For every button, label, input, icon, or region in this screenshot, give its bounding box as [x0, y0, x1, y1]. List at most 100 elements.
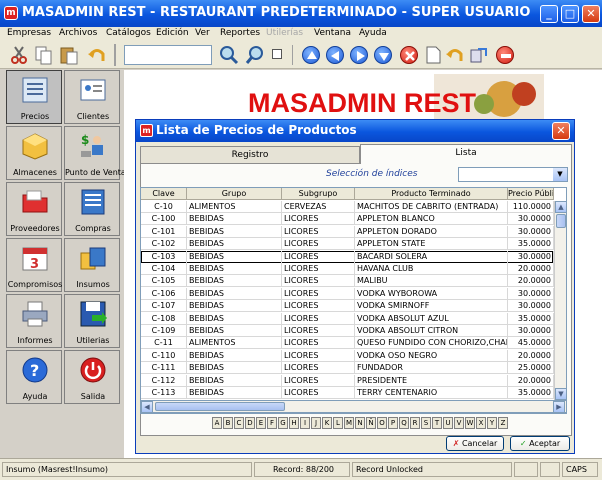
- menu-archivos[interactable]: Archivos: [59, 28, 97, 38]
- launcher-compromisos[interactable]: 3 Compromisos: [6, 238, 62, 292]
- refresh-button[interactable]: [468, 44, 490, 66]
- menu-ver[interactable]: Ver: [195, 28, 210, 38]
- launcher-insumos[interactable]: Insumos: [64, 238, 120, 292]
- table-row[interactable]: C-11 ALIMENTOS LICORES QUESO FUNDIDO CON CH…: [141, 337, 554, 350]
- letter-filter-button[interactable]: X: [476, 417, 486, 429]
- menu-ayuda[interactable]: Ayuda: [359, 28, 387, 38]
- accept-button[interactable]: ✓ Aceptar: [510, 436, 570, 451]
- letter-filter-button[interactable]: C: [234, 417, 244, 429]
- horizontal-scrollbar[interactable]: ◀ ▶: [140, 400, 567, 413]
- column-header-subgrupo[interactable]: Subgrupo: [282, 188, 355, 200]
- letter-filter-button[interactable]: V: [454, 417, 464, 429]
- launcher-precios[interactable]: Precios: [6, 70, 62, 124]
- nav-prev-button[interactable]: [326, 46, 344, 64]
- letter-filter-button[interactable]: G: [278, 417, 288, 429]
- launcher-ayuda[interactable]: ? Ayuda: [6, 350, 62, 404]
- minimize-button[interactable]: _: [540, 5, 558, 23]
- launcher-compras[interactable]: Compras: [64, 182, 120, 236]
- undo-button[interactable]: [86, 44, 108, 66]
- scroll-up-icon[interactable]: ▲: [555, 201, 566, 213]
- zoom-button[interactable]: [244, 44, 266, 66]
- table-row[interactable]: C-106 BEBIDAS LICORES VODKA WYBOROWA 30.0000: [141, 287, 554, 300]
- letter-filter-button[interactable]: Q: [399, 417, 409, 429]
- letter-filter-button[interactable]: T: [432, 417, 442, 429]
- table-row[interactable]: C-103 BEBIDAS LICORES BACARDI SOLERA 30.0000: [141, 250, 554, 263]
- table-row[interactable]: C-104 BEBIDAS LICORES HAVANA CLUB 20.0000: [141, 263, 554, 275]
- close-button[interactable]: ✕: [582, 5, 600, 23]
- find-button[interactable]: [218, 44, 240, 66]
- menu-catalogos[interactable]: Catálogos: [106, 28, 151, 38]
- letter-filter-button[interactable]: E: [256, 417, 266, 429]
- letter-filter-button[interactable]: B: [223, 417, 233, 429]
- letter-filter-button[interactable]: H: [289, 417, 299, 429]
- menu-edicion[interactable]: Edición: [156, 28, 189, 38]
- table-row[interactable]: C-110 BEBIDAS LICORES VODKA OSO NEGRO 20.000…: [141, 349, 554, 362]
- letter-filter-button[interactable]: L: [333, 417, 343, 429]
- letter-filter-button[interactable]: W: [465, 417, 475, 429]
- dialog-close-button[interactable]: ✕: [552, 122, 570, 140]
- stop-button[interactable]: [496, 46, 514, 64]
- table-row[interactable]: C-112 BEBIDAS LICORES PRESIDENTE 20.0000: [141, 374, 554, 387]
- table-row[interactable]: C-100 BEBIDAS LICORES APPLETON BLANCO 30.000…: [141, 213, 554, 226]
- launcher-punto-de-venta[interactable]: $ Punto de Venta: [64, 126, 126, 180]
- table-row[interactable]: C-109 BEBIDAS LICORES VODKA ABSOLUT CITRON 3…: [141, 325, 554, 337]
- letter-filter-button[interactable]: A: [212, 417, 222, 429]
- letter-filter-button[interactable]: K: [322, 417, 332, 429]
- index-select[interactable]: ▼: [458, 167, 568, 182]
- launcher-clientes[interactable]: Clientes: [64, 70, 120, 124]
- letter-filter-button[interactable]: I: [300, 417, 310, 429]
- column-header-grupo[interactable]: Grupo: [187, 188, 282, 200]
- checkbox-icon[interactable]: [272, 49, 282, 59]
- column-header-producto[interactable]: Producto Terminado: [355, 188, 508, 200]
- launcher-utilerias[interactable]: Utilerias: [64, 294, 120, 348]
- menu-reportes[interactable]: Reportes: [220, 28, 260, 38]
- table-row[interactable]: C-111 BEBIDAS LICORES FUNDADOR 25.0000: [141, 362, 554, 375]
- launcher-proveedores[interactable]: Proveedores: [6, 182, 62, 236]
- menu-utilerias[interactable]: Utilerías: [266, 28, 303, 38]
- column-header-clave[interactable]: Clave: [141, 188, 187, 200]
- scroll-left-icon[interactable]: ◀: [141, 401, 153, 413]
- letter-filter-button[interactable]: Y: [487, 417, 497, 429]
- scroll-right-icon[interactable]: ▶: [553, 401, 565, 413]
- horizontal-scroll-thumb[interactable]: [155, 402, 285, 411]
- tab-lista[interactable]: Lista: [360, 144, 572, 164]
- table-row[interactable]: C-10 ALIMENTOS CERVEZAS MACHITOS DE CABRITO…: [141, 201, 554, 213]
- table-row[interactable]: C-105 BEBIDAS LICORES MALIBU 20.0000: [141, 275, 554, 288]
- table-row[interactable]: C-108 BEBIDAS LICORES VODKA ABSOLUT AZUL 35.…: [141, 312, 554, 325]
- copy-button[interactable]: [33, 44, 55, 66]
- letter-filter-button[interactable]: J: [311, 417, 321, 429]
- column-header-precio[interactable]: Precio Públi: [508, 188, 554, 200]
- menu-empresas[interactable]: Empresas: [7, 28, 51, 38]
- cancel-button[interactable]: ✗ Cancelar: [446, 436, 504, 451]
- letter-filter-button[interactable]: Z: [498, 417, 508, 429]
- toolbar-search-input[interactable]: [124, 45, 212, 65]
- letter-filter-button[interactable]: P: [388, 417, 398, 429]
- table-row[interactable]: C-107 BEBIDAS LICORES VODKA SMIRNOFF 30.0000: [141, 300, 554, 313]
- table-row[interactable]: C-113 BEBIDAS LICORES TERRY CENTENARIO 35.00…: [141, 387, 554, 399]
- delete-button[interactable]: [400, 46, 418, 64]
- chevron-down-icon[interactable]: ▼: [553, 168, 567, 181]
- maximize-button[interactable]: □: [561, 5, 579, 23]
- vertical-scrollbar[interactable]: ▲ ▼: [554, 201, 566, 401]
- letter-filter-button[interactable]: F: [267, 417, 277, 429]
- cut-button[interactable]: [8, 44, 30, 66]
- letter-filter-button[interactable]: S: [421, 417, 431, 429]
- tab-registro[interactable]: Registro: [140, 146, 360, 164]
- launcher-informes[interactable]: Informes: [6, 294, 62, 348]
- letter-filter-button[interactable]: Ñ: [366, 417, 376, 429]
- paste-button[interactable]: [58, 44, 80, 66]
- scroll-down-icon[interactable]: ▼: [555, 388, 566, 400]
- launcher-salida[interactable]: Salida: [64, 350, 120, 404]
- letter-filter-button[interactable]: U: [443, 417, 453, 429]
- nav-next-button[interactable]: [350, 46, 368, 64]
- nav-last-button[interactable]: [374, 46, 392, 64]
- vertical-scroll-thumb[interactable]: [556, 214, 566, 228]
- table-row[interactable]: C-102 BEBIDAS LICORES APPLETON STATE 35.0000: [141, 238, 554, 251]
- letter-filter-button[interactable]: M: [344, 417, 354, 429]
- launcher-almacenes[interactable]: Almacenes: [6, 126, 62, 180]
- menu-ventana[interactable]: Ventana: [314, 28, 351, 38]
- table-row[interactable]: C-101 BEBIDAS LICORES APPLETON DORADO 30.000…: [141, 225, 554, 238]
- new-document-button[interactable]: [422, 44, 444, 66]
- nav-first-button[interactable]: [302, 46, 320, 64]
- letter-filter-button[interactable]: O: [377, 417, 387, 429]
